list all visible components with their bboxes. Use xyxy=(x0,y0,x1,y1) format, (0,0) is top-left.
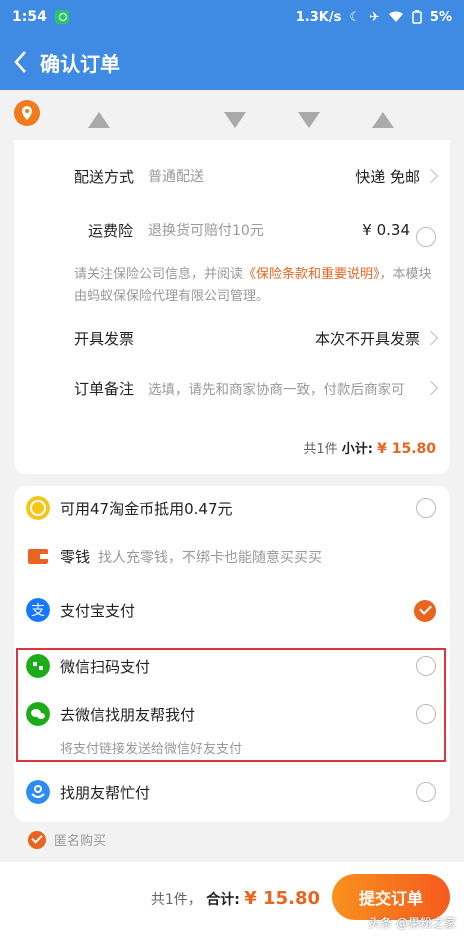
decor-triangle xyxy=(88,112,110,128)
change-row[interactable]: 零钱 找人充零钱，不绑卡也能随意买买买 xyxy=(14,536,450,576)
friend-pay-label: 找朋友帮忙付 xyxy=(60,784,151,802)
wallet-icon xyxy=(28,549,48,564)
friend-pay-radio[interactable] xyxy=(416,782,436,802)
alipay-selected-check[interactable] xyxy=(414,600,436,622)
shipping-value: 快递 免邮 xyxy=(355,167,420,186)
airplane-icon: ✈ xyxy=(369,9,380,25)
total-label: 合计: xyxy=(206,892,240,908)
friend-pay-row[interactable]: 找朋友帮忙付 xyxy=(14,772,450,812)
security-icon xyxy=(54,10,69,24)
watermark: 头条 @果粉之家 xyxy=(368,916,456,930)
battery-icon xyxy=(412,10,422,24)
invoice-label: 开具发票 xyxy=(74,329,135,348)
insurance-notice: 请关注保险公司信息，并阅读《保险条款和重要说明》，本模块由蚂蚁保保险代理有限公司… xyxy=(74,264,444,308)
decor-triangle xyxy=(298,112,320,128)
coin-radio[interactable] xyxy=(416,498,436,518)
status-bar: 1:54 1.3K/s ☾ ✈ 5% xyxy=(0,0,464,34)
battery-level: 5% xyxy=(429,9,452,25)
location-pin-icon xyxy=(14,100,40,126)
alipay-label: 支付宝支付 xyxy=(60,602,136,620)
remark-label: 订单备注 xyxy=(74,379,135,398)
wifi-icon xyxy=(388,11,403,22)
insurance-terms-link[interactable]: 《保险条款和重要说明》 xyxy=(243,267,380,282)
anonymous-purchase[interactable]: 匿名购买 xyxy=(28,830,106,849)
order-details-card: 配送方式 普通配送 快递 免邮 运费险 退换货可赔付10元 ¥ 0.34 请关注… xyxy=(14,140,450,474)
insurance-label: 运费险 xyxy=(88,221,134,240)
remark-input[interactable]: 选填，请先和商家协商一致，付款后商家可 xyxy=(148,378,405,398)
coin-icon xyxy=(26,496,50,520)
insurance-radio[interactable] xyxy=(416,227,436,247)
subtotal-label: 小计: xyxy=(341,442,373,457)
coin-deduction-row[interactable]: 可用47淘金币抵用0.47元 xyxy=(14,488,450,528)
shipping-label: 配送方式 xyxy=(74,167,135,186)
notice-text: 请关注保险公司信息，并阅读 xyxy=(74,267,244,282)
change-desc: 找人充零钱，不绑卡也能随意买买买 xyxy=(98,550,322,566)
decor-triangle xyxy=(224,112,246,128)
page-title: 确认订单 xyxy=(40,51,120,76)
alipay-icon: 支 xyxy=(26,598,50,622)
insurance-price: ¥ 0.34 xyxy=(362,221,410,239)
address-strip[interactable] xyxy=(0,90,464,142)
chevron-right-icon xyxy=(423,168,439,184)
subtotal: 共1件 小计: ¥ 15.80 xyxy=(303,438,436,457)
status-time: 1:54 xyxy=(12,9,47,25)
shipping-method: 普通配送 xyxy=(148,169,204,185)
moon-icon: ☾ xyxy=(349,9,362,25)
insurance-desc: 退换货可赔付10元 xyxy=(148,223,264,239)
decor-triangle xyxy=(372,112,394,128)
highlight-box xyxy=(16,648,446,762)
anonymous-check[interactable] xyxy=(28,830,46,849)
coin-deduction-label: 可用47淘金币抵用0.47元 xyxy=(60,500,233,518)
title-bar: 确认订单 xyxy=(0,34,464,90)
friend-pay-icon xyxy=(26,780,50,804)
back-arrow-icon[interactable] xyxy=(0,34,40,90)
invoice-value: 本次不开具发票 xyxy=(314,329,420,348)
alipay-row[interactable]: 支 支付宝支付 xyxy=(14,590,450,630)
chevron-right-icon xyxy=(423,380,439,396)
svg-text:支: 支 xyxy=(31,603,45,619)
chevron-right-icon xyxy=(423,330,439,346)
total-amount: ¥ 15.80 xyxy=(244,888,320,909)
total-count: 共1件， xyxy=(150,892,202,908)
order-total: 共1件， 合计: ¥ 15.80 xyxy=(151,888,320,909)
change-label: 零钱 xyxy=(60,548,91,566)
subtotal-price: ¥ 15.80 xyxy=(377,441,436,457)
network-speed: 1.3K/s xyxy=(295,9,342,25)
subtotal-count: 共1件 xyxy=(303,442,338,457)
anonymous-label: 匿名购买 xyxy=(54,834,107,849)
